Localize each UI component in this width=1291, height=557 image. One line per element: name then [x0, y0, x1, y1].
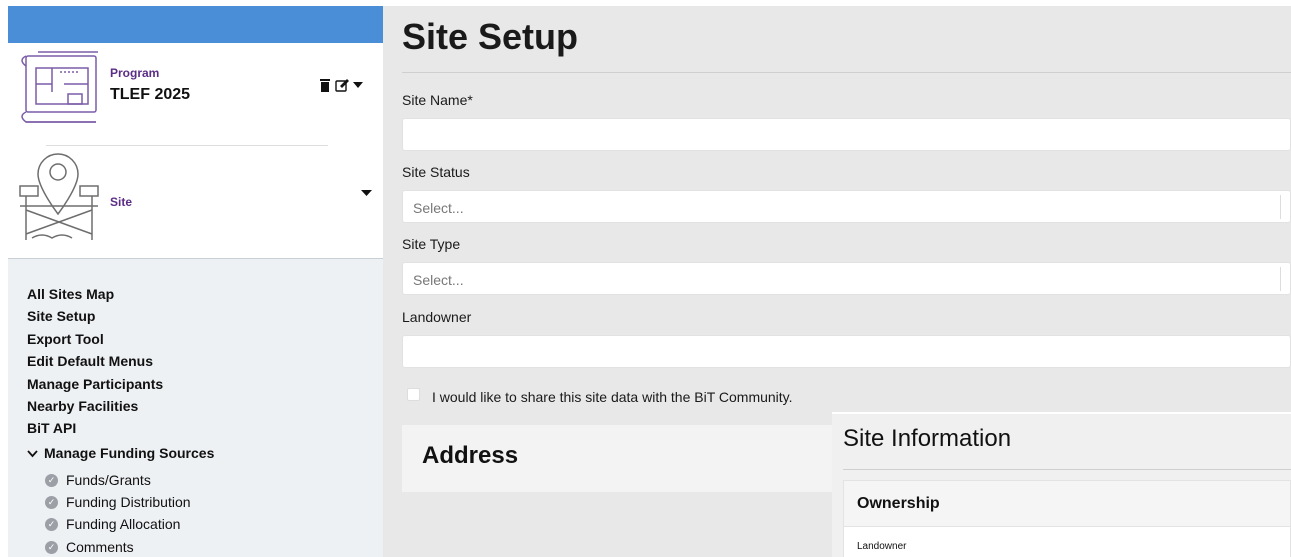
site-status-select[interactable]: Select... — [402, 190, 1291, 223]
blueprint-icon — [21, 51, 98, 123]
nav-funding-distribution-label: Funding Distribution — [66, 494, 191, 510]
nav-export-tool[interactable]: Export Tool — [27, 330, 104, 348]
check-circle-icon: ✓ — [45, 517, 58, 531]
ownership-title: Ownership — [857, 495, 940, 512]
share-checkbox-label[interactable]: I would like to share this site data wit… — [432, 389, 793, 405]
nav-manage-participants[interactable]: Manage Participants — [27, 375, 163, 393]
nav-site-setup[interactable]: Site Setup — [27, 307, 95, 325]
nav-funds-grants-label: Funds/Grants — [66, 472, 151, 488]
nav-nearby-facilities[interactable]: Nearby Facilities — [27, 397, 138, 415]
site-location-icon — [19, 153, 99, 240]
share-checkbox[interactable] — [407, 388, 420, 401]
caret-down-icon[interactable] — [353, 81, 363, 89]
sidebar-divider — [46, 145, 328, 146]
address-card: Address — [402, 425, 832, 492]
nav-funding-allocation[interactable]: ✓ Funding Allocation — [45, 516, 180, 532]
site-status-label: Site Status — [402, 164, 470, 180]
site-name-input[interactable] — [402, 118, 1291, 151]
site-type-placeholder: Select... — [413, 272, 464, 288]
program-label: Program — [110, 66, 160, 80]
site-information-divider — [843, 469, 1291, 470]
sidebar: Program TLEF 2025 Site All Sites Map Sit… — [8, 6, 383, 557]
nav-manage-funding-sources[interactable]: Manage Funding Sources — [27, 445, 214, 461]
landowner-label: Landowner — [402, 309, 472, 325]
nav-funding-distribution[interactable]: ✓ Funding Distribution — [45, 494, 191, 510]
site-type-label: Site Type — [402, 236, 461, 252]
check-circle-icon: ✓ — [45, 473, 58, 487]
site-label: Site — [110, 195, 133, 209]
address-title: Address — [422, 442, 519, 469]
title-divider — [402, 72, 1291, 73]
site-information-title: Site Information — [843, 425, 1012, 452]
check-circle-icon: ✓ — [45, 540, 58, 554]
nav-edit-default-menus[interactable]: Edit Default Menus — [27, 352, 153, 370]
funding-heading: Manage Funding Sources — [44, 445, 215, 461]
select-separator — [1280, 195, 1281, 219]
site-name-label: Site Name* — [402, 92, 473, 108]
sidebar-topbar — [8, 6, 383, 43]
site-information-panel: Site Information Ownership Landowner — [832, 412, 1291, 557]
trash-icon[interactable] — [319, 78, 331, 92]
nav-funding-allocation-label: Funding Allocation — [66, 516, 181, 532]
nav-funds-grants[interactable]: ✓ Funds/Grants — [45, 472, 151, 488]
caret-down-icon[interactable] — [361, 189, 372, 197]
site-type-select[interactable]: Select... — [402, 262, 1291, 295]
check-circle-icon: ✓ — [45, 495, 58, 509]
ownership-landowner-label: Landowner — [857, 541, 907, 552]
nav-comments-label: Comments — [66, 539, 134, 555]
landowner-input[interactable] — [402, 335, 1291, 368]
program-name: TLEF 2025 — [110, 86, 191, 103]
site-status-placeholder: Select... — [413, 200, 464, 216]
chevron-down-icon — [27, 450, 38, 458]
ownership-header: Ownership — [844, 481, 1290, 527]
edit-icon[interactable] — [335, 78, 349, 92]
nav-comments[interactable]: ✓ Comments — [45, 539, 134, 555]
nav-bit-api[interactable]: BiT API — [27, 419, 76, 437]
nav-all-sites-map[interactable]: All Sites Map — [27, 285, 114, 303]
main-content: Site Setup Site Name* Site Status Select… — [383, 6, 1291, 557]
ownership-card: Ownership Landowner — [843, 480, 1291, 557]
select-separator — [1280, 267, 1281, 291]
program-actions — [319, 78, 363, 92]
sidebar-nav: All Sites Map Site Setup Export Tool Edi… — [8, 258, 383, 557]
page-title: Site Setup — [402, 16, 579, 57]
